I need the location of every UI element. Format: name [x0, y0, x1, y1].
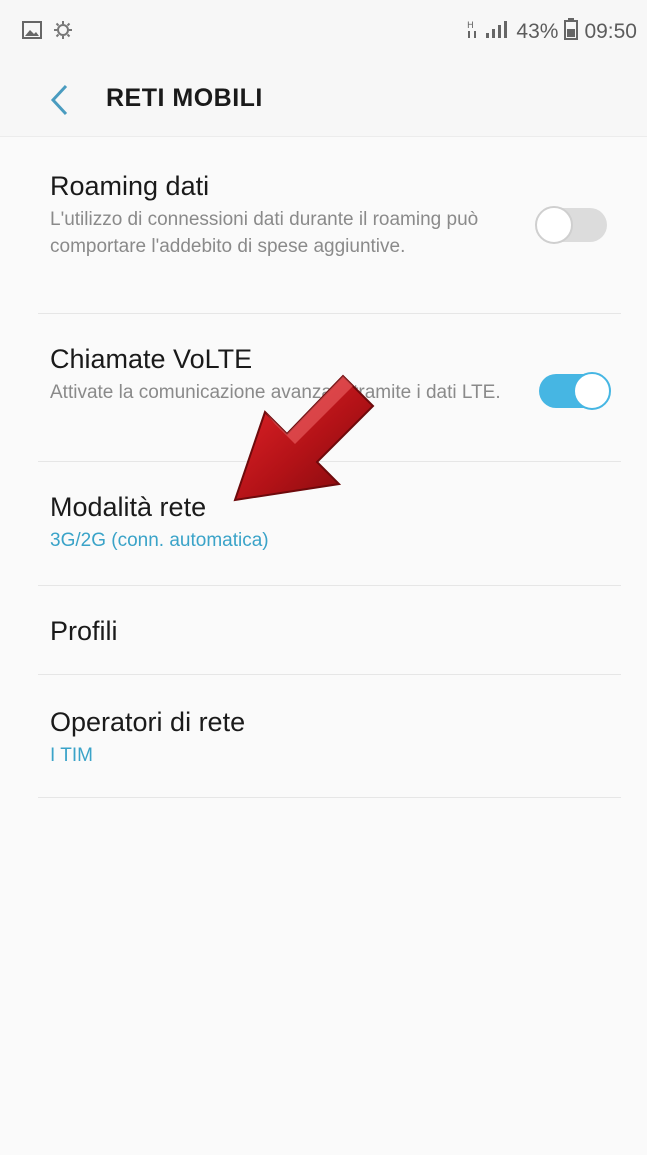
- back-button[interactable]: [44, 80, 74, 120]
- svg-text:H: H: [467, 21, 474, 31]
- setting-operatori-rete[interactable]: Operatori di rete I TIM: [38, 675, 621, 798]
- roaming-toggle[interactable]: [535, 206, 607, 244]
- clock: 09:50: [584, 20, 637, 43]
- setting-title: Roaming dati: [50, 171, 210, 201]
- setting-value: I TIM: [50, 745, 93, 766]
- status-bar: H 43% 09:50: [0, 0, 647, 64]
- signal-icon: [484, 19, 510, 45]
- network-type-icon: H: [466, 19, 478, 45]
- battery-icon: [564, 18, 579, 46]
- chevron-left-icon: [50, 84, 68, 116]
- volte-toggle[interactable]: [539, 372, 611, 410]
- setting-description: L'utilizzo di connessioni dati durante i…: [50, 209, 479, 257]
- page-title: RETI MOBILI: [106, 84, 263, 112]
- setting-roaming-dati[interactable]: Roaming dati L'utilizzo di connessioni d…: [38, 137, 621, 314]
- setting-value: 3G/2G (conn. automatica): [50, 530, 269, 551]
- image-icon: [22, 21, 42, 44]
- status-left-icons: [22, 20, 74, 45]
- red-arrow-annotation: [233, 374, 375, 502]
- status-right: H 43% 09:50: [466, 18, 637, 46]
- sync-icon: [52, 20, 74, 45]
- toggle-knob: [535, 206, 573, 244]
- battery-percent: 43%: [516, 20, 559, 43]
- setting-title: Profili: [50, 616, 118, 646]
- setting-profili[interactable]: Profili: [38, 586, 621, 675]
- app-header: RETI MOBILI: [0, 64, 647, 137]
- toggle-knob: [573, 372, 611, 410]
- setting-title: Operatori di rete: [50, 707, 246, 737]
